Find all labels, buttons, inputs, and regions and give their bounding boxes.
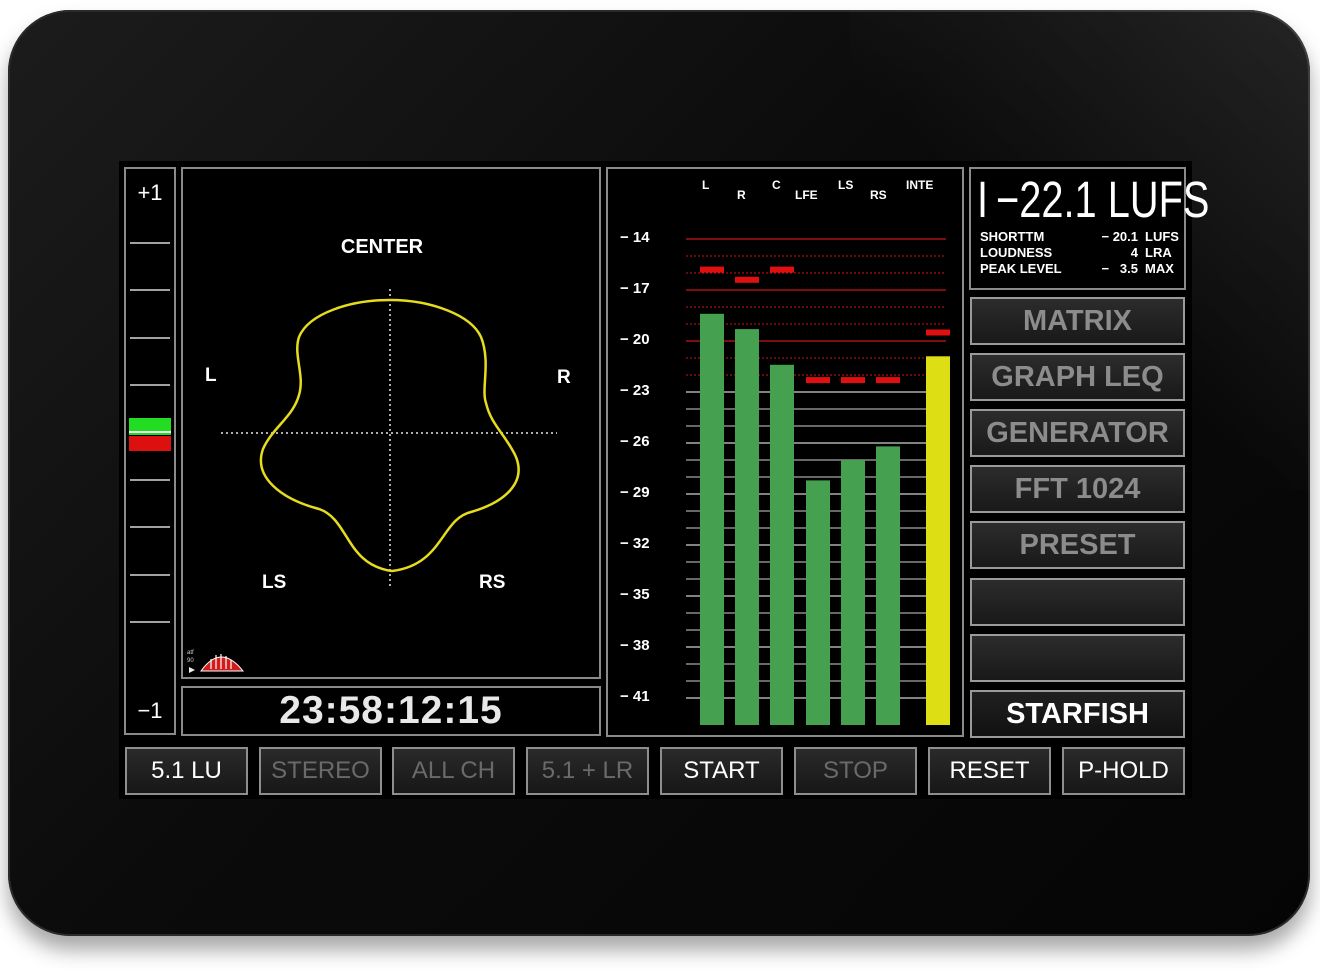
readout-value: − 3.5 xyxy=(1101,261,1139,276)
meter-bar-l xyxy=(700,313,724,725)
meter-peak-r xyxy=(735,276,759,283)
readout-unit: LRA xyxy=(1145,245,1172,260)
meter-bar-inte xyxy=(926,356,950,725)
svg-text:90: 90 xyxy=(187,658,194,664)
meter-bar-r xyxy=(735,329,759,725)
meter-peak-rs xyxy=(876,377,900,384)
side-button-empty-5[interactable] xyxy=(970,578,1185,626)
meter-peak-c xyxy=(770,266,794,273)
correlation-indicator-red xyxy=(129,436,171,451)
meter-bar-c xyxy=(770,364,794,725)
mode-button-p-hold[interactable]: P-HOLD xyxy=(1062,747,1185,795)
meter-bar-ls xyxy=(841,460,865,725)
side-button-starfish[interactable]: STARFISH xyxy=(970,690,1185,738)
side-button-graph-leq[interactable]: GRAPH LEQ xyxy=(970,353,1185,401)
side-button-empty-6[interactable] xyxy=(970,634,1185,682)
mode-button-start[interactable]: START xyxy=(660,747,783,795)
readout-label: SHORTTM xyxy=(980,229,1045,244)
readout-label: LOUDNESS xyxy=(980,245,1053,260)
mode-button-stereo[interactable]: STEREO xyxy=(259,747,382,795)
readout-label: PEAK LEVEL xyxy=(980,261,1062,276)
mode-button-all-ch[interactable]: ALL CH xyxy=(392,747,515,795)
meter-bar-rs xyxy=(876,446,900,725)
meter-peak-ls xyxy=(841,377,865,384)
mode-button-5-1-lu[interactable]: 5.1 LU xyxy=(125,747,248,795)
meter-bars xyxy=(686,238,950,725)
readout-value: − 20.1 xyxy=(1101,229,1138,244)
mode-button-stop[interactable]: STOP xyxy=(794,747,917,795)
correlation-scale xyxy=(130,242,170,623)
meter-peak-l xyxy=(700,266,724,273)
timecode: 23:58:12:15 xyxy=(279,689,503,732)
readout-value: 4 xyxy=(1130,245,1138,260)
readout-unit: LUFS xyxy=(1145,229,1179,244)
side-button-matrix[interactable]: MATRIX xyxy=(970,297,1185,345)
svg-text:atf: atf xyxy=(187,650,194,656)
readout-unit: MAX xyxy=(1145,261,1174,276)
side-button-preset[interactable]: PRESET xyxy=(970,521,1185,569)
side-button-generator[interactable]: GENERATOR xyxy=(970,409,1185,457)
integrated-loudness: I −22.1 LUFS xyxy=(977,171,1210,228)
surround-plot xyxy=(221,289,557,587)
meter-peak-inte xyxy=(926,329,950,336)
meter-peak-lfe xyxy=(806,377,830,384)
side-button-fft-1024[interactable]: FFT 1024 xyxy=(970,465,1185,513)
brand-logo-icon: atf 90 xyxy=(187,650,245,673)
meter-bar-lfe xyxy=(806,480,830,725)
mode-button-reset[interactable]: RESET xyxy=(928,747,1051,795)
mode-button-5-1-lr[interactable]: 5.1 + LR xyxy=(526,747,649,795)
correlation-indicator-line xyxy=(129,431,171,433)
